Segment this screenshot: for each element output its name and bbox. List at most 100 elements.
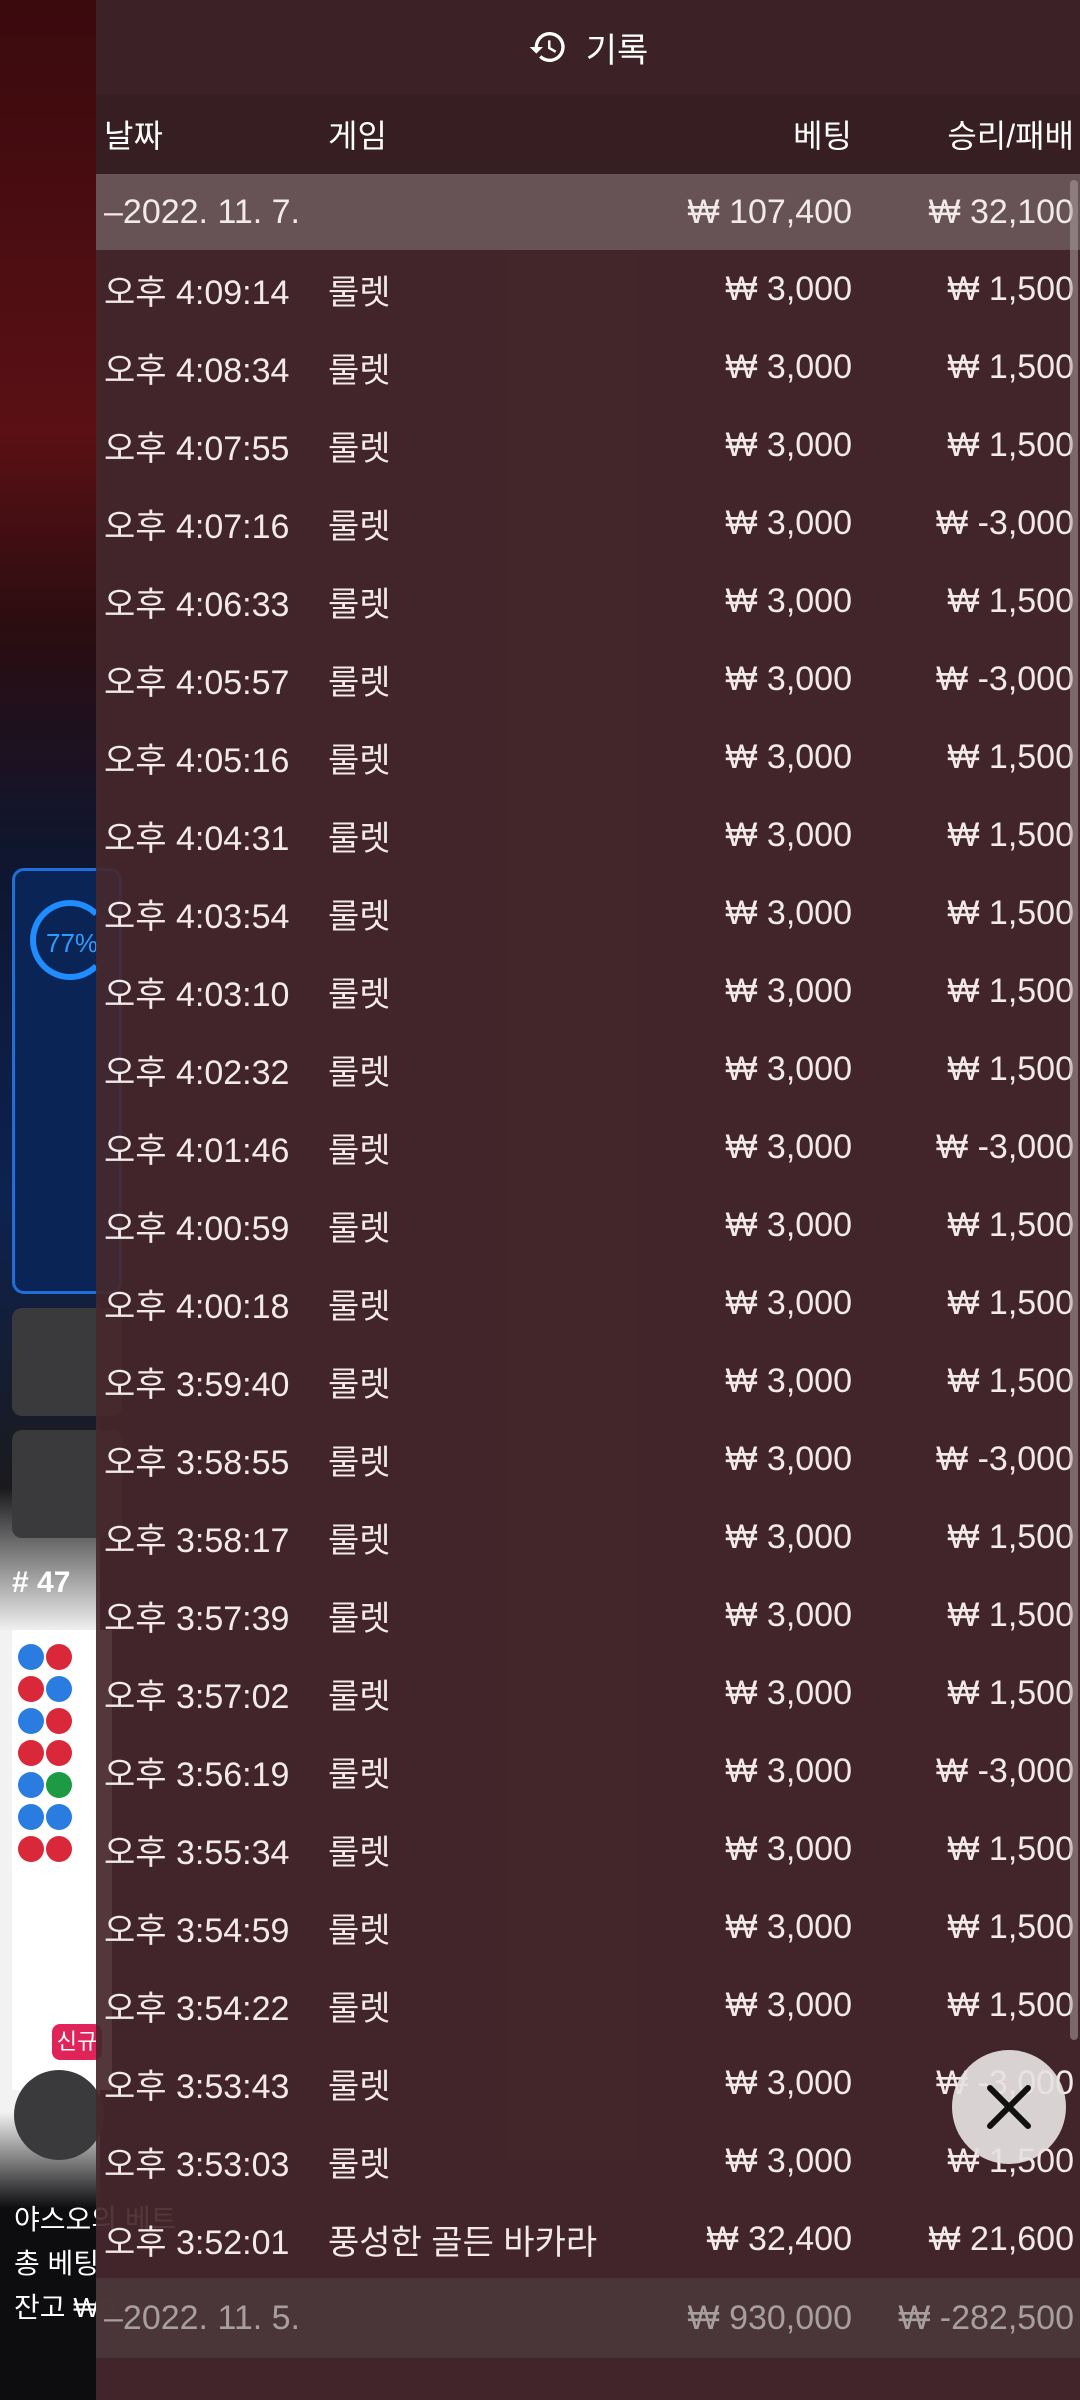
history-row[interactable]: 오후 3:58:17 룰렛 ₩ 3,000 ₩ 1,500 <box>96 1498 1080 1576</box>
history-row[interactable]: 오후 4:08:34 룰렛 ₩ 3,000 ₩ 1,500 <box>96 328 1080 406</box>
row-time: 오후 3:54:22 <box>104 1989 290 2028</box>
history-row[interactable]: 오후 3:52:01 풍성한 골든 바카라 ₩ 32,400 ₩ 21,600 <box>96 2200 1080 2278</box>
history-row[interactable]: 오후 3:54:22 룰렛 ₩ 3,000 ₩ 1,500 <box>96 1966 1080 2044</box>
history-row[interactable]: 오후 4:05:16 룰렛 ₩ 3,000 ₩ 1,500 <box>96 718 1080 796</box>
date-group-result: ₩ 32,100 <box>928 192 1074 231</box>
row-time: 오후 3:58:17 <box>104 1521 290 1560</box>
row-game: 룰렛 <box>328 1989 391 2028</box>
row-bet: ₩ 3,000 <box>725 347 852 386</box>
date-group-header[interactable]: –2022. 11. 5. ₩ 930,000 ₩ -282,500 <box>96 2278 1080 2358</box>
row-time: 오후 3:52:01 <box>104 2223 290 2262</box>
history-row[interactable]: 오후 3:53:43룰렛₩ 3,000₩ -3,000 <box>96 2044 1080 2122</box>
history-row[interactable]: 오후 4:03:10 룰렛 ₩ 3,000 ₩ 1,500 <box>96 952 1080 1030</box>
date-group-bet: ₩ 930,000 <box>687 2298 852 2337</box>
row-game: 룰렛 <box>328 819 391 858</box>
row-bet: ₩ 3,000 <box>725 1595 852 1634</box>
row-time: 오후 3:54:59 <box>104 1911 290 1950</box>
row-game: 룰렛 <box>328 1599 391 1638</box>
history-row[interactable]: 오후 3:55:34 룰렛 ₩ 3,000 ₩ 1,500 <box>96 1810 1080 1888</box>
history-row[interactable]: 오후 3:57:02 룰렛 ₩ 3,000 ₩ 1,500 <box>96 1654 1080 1732</box>
row-time: 오후 4:06:33 <box>104 585 290 624</box>
row-result: ₩ 1,500 <box>947 893 1074 932</box>
row-result: ₩ -3,000 <box>936 659 1074 698</box>
row-game: 룰렛 <box>328 1677 391 1716</box>
row-bet: ₩ 3,000 <box>725 971 852 1010</box>
row-time: 오후 4:00:59 <box>104 1209 290 1248</box>
row-game: 풍성한 골든 바카라 <box>328 2223 598 2262</box>
row-game: 룰렛 <box>328 1053 391 1092</box>
row-time: 오후 4:02:32 <box>104 1053 290 1092</box>
history-row[interactable]: 오후 4:00:59 룰렛 ₩ 3,000 ₩ 1,500 <box>96 1186 1080 1264</box>
row-time: 오후 3:56:19 <box>104 1755 290 1794</box>
row-game: 룰렛 <box>328 975 391 1014</box>
row-result: ₩ 1,500 <box>947 815 1074 854</box>
col-bet: 베팅 <box>793 118 852 154</box>
row-game: 룰렛 <box>328 1755 391 1794</box>
history-row[interactable]: 오후 3:58:55 룰렛 ₩ 3,000 ₩ -3,000 <box>96 1420 1080 1498</box>
row-bet: ₩ 3,000 <box>725 1907 852 1946</box>
history-row[interactable]: 오후 3:56:19 룰렛 ₩ 3,000 ₩ -3,000 <box>96 1732 1080 1810</box>
row-result: ₩ 1,500 <box>947 1283 1074 1322</box>
row-game: 룰렛 <box>328 429 391 468</box>
history-row[interactable]: 오후 3:59:40 룰렛 ₩ 3,000 ₩ 1,500 <box>96 1342 1080 1420</box>
row-bet: ₩ 3,000 <box>725 1985 852 2024</box>
row-time: 오후 4:07:16 <box>104 507 290 546</box>
new-badge: 신규 <box>52 2024 102 2060</box>
row-time: 오후 4:00:18 <box>104 1287 290 1326</box>
history-row[interactable]: 오후 3:54:59 룰렛 ₩ 3,000 ₩ 1,500 <box>96 1888 1080 1966</box>
row-time: 오후 4:05:16 <box>104 741 290 780</box>
row-bet: ₩ 3,000 <box>725 503 852 542</box>
row-game: 룰렛 <box>328 1365 391 1404</box>
row-result: ₩ 1,500 <box>947 971 1074 1010</box>
row-result: ₩ 1,500 <box>947 737 1074 776</box>
row-result: ₩ 1,500 <box>947 269 1074 308</box>
history-row[interactable]: 오후 4:00:18 룰렛 ₩ 3,000 ₩ 1,500 <box>96 1264 1080 1342</box>
history-list: 오후 4:09:14 룰렛 ₩ 3,000 ₩ 1,500 오후 4:08:34 룰렛 ₩ … <box>96 250 1080 2278</box>
row-game: 룰렛 <box>328 1833 391 1872</box>
history-row[interactable]: 오후 4:07:55 룰렛 ₩ 3,000 ₩ 1,500 <box>96 406 1080 484</box>
row-bet: ₩ 3,000 <box>725 815 852 854</box>
history-row[interactable]: 오후 4:03:54 룰렛 ₩ 3,000 ₩ 1,500 <box>96 874 1080 952</box>
scrollbar[interactable] <box>1070 180 1078 2040</box>
history-row[interactable]: 오후 3:53:03 룰렛 ₩ 3,000 ₩ 1,500 <box>96 2122 1080 2200</box>
row-result: ₩ 1,500 <box>947 1205 1074 1244</box>
history-row[interactable]: 오후 4:01:46 룰렛 ₩ 3,000 ₩ -3,000 <box>96 1108 1080 1186</box>
history-row[interactable]: 오후 3:57:39 룰렛 ₩ 3,000 ₩ 1,500 <box>96 1576 1080 1654</box>
row-game: 룰렛 <box>328 1443 391 1482</box>
row-bet: ₩ 3,000 <box>725 2063 852 2102</box>
date-group-header[interactable]: –2022. 11. 7. ₩ 107,400 ₩ 32,100 <box>96 174 1080 250</box>
row-bet: ₩ 3,000 <box>725 737 852 776</box>
progress-percent: 77% <box>46 928 99 958</box>
row-time: 오후 3:57:39 <box>104 1599 290 1638</box>
row-result: ₩ 1,500 <box>947 1361 1074 1400</box>
row-time: 오후 4:07:55 <box>104 429 290 468</box>
history-row[interactable]: 오후 4:09:14 룰렛 ₩ 3,000 ₩ 1,500 <box>96 250 1080 328</box>
history-row[interactable]: 오후 4:06:33 룰렛 ₩ 3,000 ₩ 1,500 <box>96 562 1080 640</box>
row-time: 오후 4:03:54 <box>104 897 290 936</box>
row-result: ₩ -3,000 <box>936 1751 1074 1790</box>
col-game: 게임 <box>328 118 387 154</box>
col-result: 승리/패배 <box>947 118 1074 154</box>
row-game: 룰렛 <box>328 897 391 936</box>
row-bet: ₩ 32,400 <box>706 2219 852 2258</box>
row-game: 룰렛 <box>328 1209 391 1248</box>
history-row[interactable]: 오후 4:04:31 룰렛 ₩ 3,000 ₩ 1,500 <box>96 796 1080 874</box>
history-row[interactable]: 오후 4:02:32 룰렛 ₩ 3,000 ₩ 1,500 <box>96 1030 1080 1108</box>
history-row[interactable]: 오후 4:07:16 룰렛 ₩ 3,000 ₩ -3,000 <box>96 484 1080 562</box>
chat-button[interactable] <box>14 2070 104 2160</box>
row-time: 오후 4:04:31 <box>104 819 290 858</box>
round-number: # 47 <box>12 1566 71 1599</box>
row-game: 룰렛 <box>328 1521 391 1560</box>
row-game: 룰렛 <box>328 273 391 312</box>
row-time: 오후 3:58:55 <box>104 1443 290 1482</box>
row-game: 룰렛 <box>328 741 391 780</box>
row-bet: ₩ 3,000 <box>725 1205 852 1244</box>
history-row[interactable]: 오후 4:05:57 룰렛 ₩ 3,000 ₩ -3,000 <box>96 640 1080 718</box>
row-result: ₩ -3,000 <box>936 503 1074 542</box>
close-button[interactable] <box>952 2050 1066 2164</box>
row-game: 룰렛 <box>328 1911 391 1950</box>
row-bet: ₩ 3,000 <box>725 2141 852 2180</box>
row-time: 오후 4:03:10 <box>104 975 290 1014</box>
row-game: 룰렛 <box>328 1131 391 1170</box>
row-result: ₩ 1,500 <box>947 1829 1074 1868</box>
